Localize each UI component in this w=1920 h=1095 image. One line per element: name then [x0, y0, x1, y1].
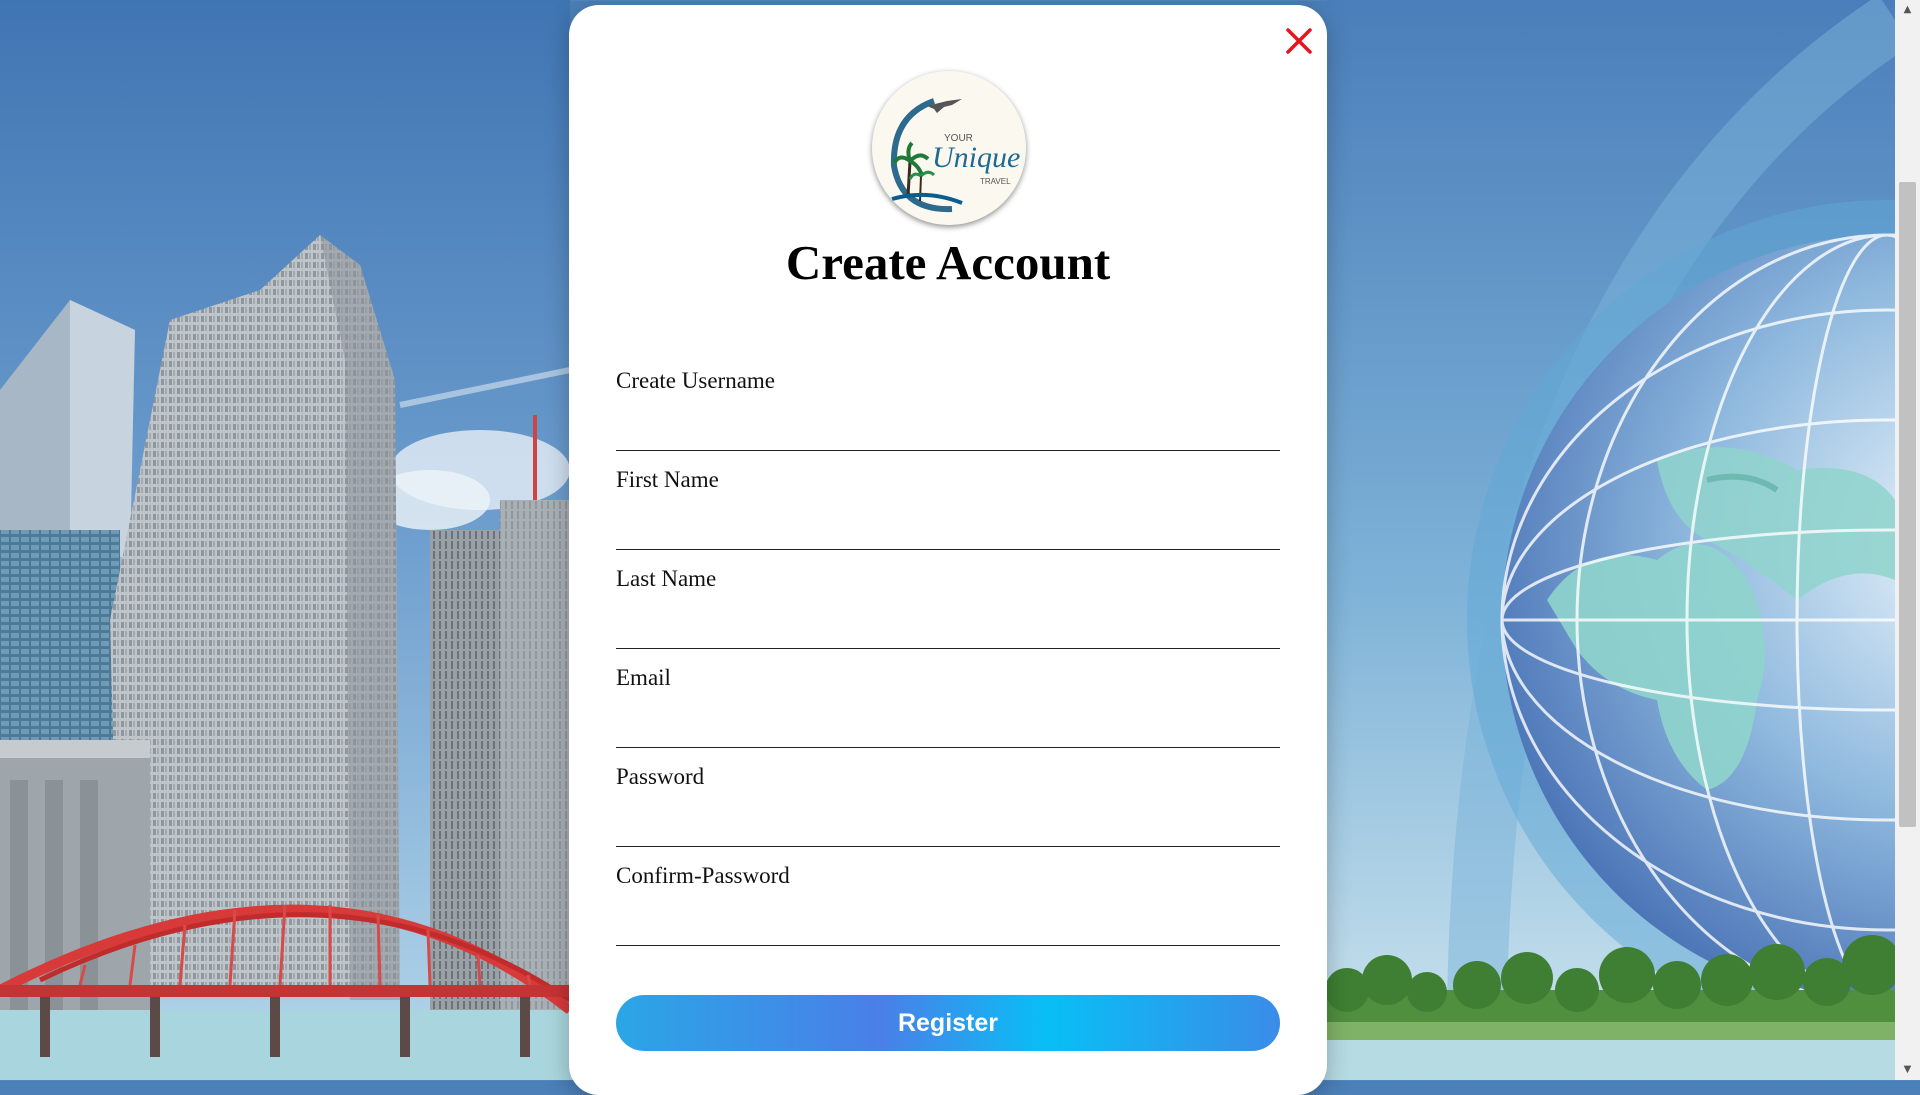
scroll-down-arrow-icon[interactable]: ▼ [1895, 1060, 1920, 1080]
last-name-field-group: Last Name [616, 565, 1280, 649]
scroll-up-arrow-icon[interactable]: ▲ [1895, 0, 1920, 20]
register-button[interactable]: Register [616, 995, 1280, 1051]
confirm-password-field-group: Confirm-Password [616, 862, 1280, 946]
close-icon[interactable] [1279, 21, 1319, 61]
background-city-scene [0, 0, 570, 1080]
confirm-password-input[interactable] [616, 908, 1280, 946]
create-account-modal: YOUR Unique TRAVEL Create Account Create… [569, 5, 1327, 1095]
create-username-field-group: Create Username [616, 367, 1280, 451]
first-name-input[interactable] [616, 512, 1280, 550]
email-label: Email [616, 665, 671, 690]
first-name-field-group: First Name [616, 466, 1280, 550]
page-title: Create Account [785, 235, 1111, 290]
logo-text-travel: TRAVEL [980, 177, 1011, 186]
globe-illustration [1327, 0, 1895, 1080]
last-name-label: Last Name [616, 566, 717, 591]
your-unique-travel-logo: YOUR Unique TRAVEL [872, 71, 1026, 225]
background-globe-scene [1327, 0, 1895, 1080]
password-field-group: Password [616, 763, 1280, 847]
password-label: Password [616, 764, 705, 789]
logo-graphic: YOUR Unique TRAVEL [872, 71, 1026, 225]
scrollbar-thumb[interactable] [1899, 182, 1916, 827]
vertical-scrollbar[interactable]: ▲ ▼ [1895, 0, 1920, 1080]
email-input[interactable] [616, 710, 1280, 748]
password-input[interactable] [616, 809, 1280, 847]
create-username-input[interactable] [616, 413, 1280, 451]
last-name-input[interactable] [616, 611, 1280, 649]
logo-text-unique: Unique [932, 141, 1020, 174]
create-username-label: Create Username [616, 368, 776, 393]
confirm-password-label: Confirm-Password [616, 863, 790, 888]
email-field-group: Email [616, 664, 1280, 748]
city-skyline-illustration [0, 0, 570, 1080]
first-name-label: First Name [616, 467, 719, 492]
